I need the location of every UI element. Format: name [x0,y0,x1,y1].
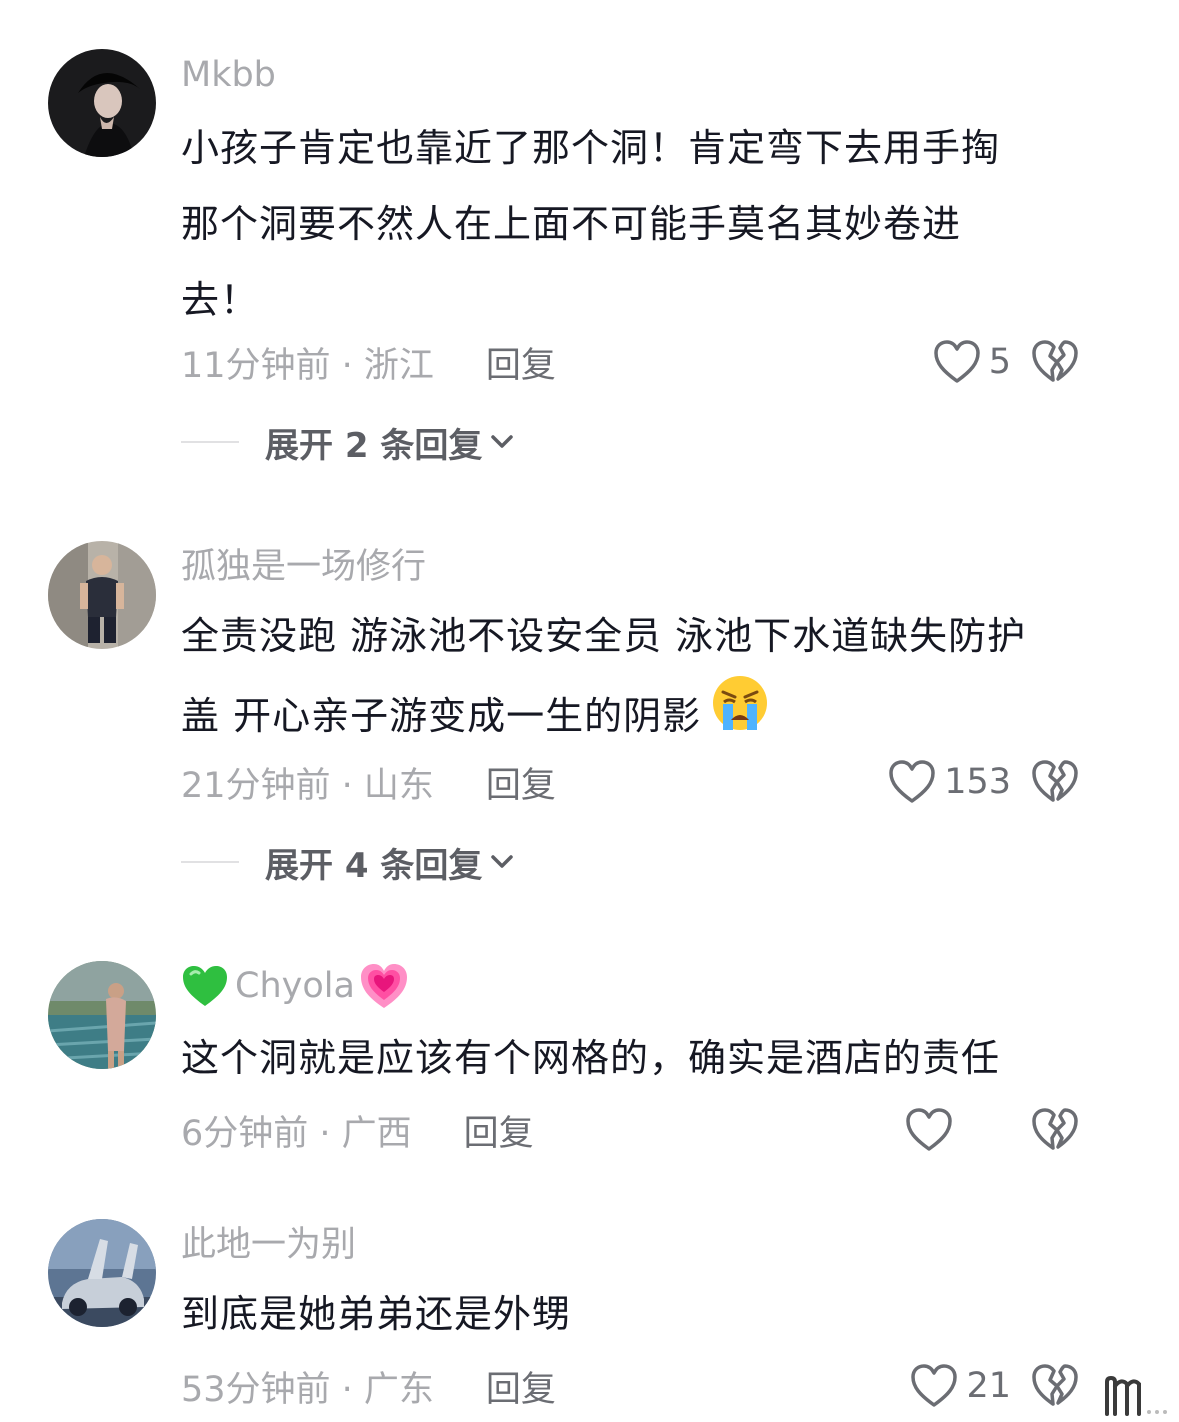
expand-label: 展开 4 条回复 [265,845,483,886]
username-text: Chyola [235,966,355,1006]
heart-outline-icon [910,1363,958,1409]
time-location: 53分钟前 · 广东 [181,1369,434,1410]
heart-outline-icon [905,1107,953,1153]
username[interactable]: 孤独是一场修行 [181,542,426,592]
expand-label: 展开 2 条回复 [265,425,483,466]
avatar[interactable] [48,1219,156,1327]
divider [181,861,239,863]
watermark-logo [1101,1374,1171,1418]
reply-button[interactable]: 回复 [486,337,556,388]
like-button[interactable]: 153 [888,759,1011,805]
reply-button[interactable]: 回复 [486,1361,556,1412]
comment-text: 全责没跑 游泳池不设安全员 泳池下水道缺失防护 盖 开心亲子游变成一生的阴影 [181,598,1141,757]
like-button[interactable]: 5 [933,339,1011,385]
avatar[interactable] [48,961,156,1069]
heart-outline-icon [888,759,936,805]
time-location: 21分钟前 · 山东 [181,765,434,806]
expand-replies-button[interactable]: 展开 2 条回复 [181,414,514,470]
like-button[interactable] [905,1107,961,1153]
growing-heart-emoji [359,962,409,1010]
broken-heart-icon[interactable] [1031,1107,1079,1153]
reply-button[interactable]: 回复 [464,1105,534,1156]
reply-button[interactable]: 回复 [486,757,556,808]
username[interactable]: Chyola [181,961,409,1011]
comment-meta: 53分钟前 · 广东 回复 21 [181,1358,1131,1414]
broken-heart-icon[interactable] [1031,339,1079,385]
comment-meta: 11分钟前 · 浙江 回复 5 [181,334,1131,390]
comment-text: 这个洞就是应该有个网格的，确实是酒店的责任 [181,1036,1001,1080]
heart-outline-icon [933,339,981,385]
chevron-down-icon [490,854,514,870]
username[interactable]: Mkbb [181,50,276,100]
like-count: 5 [988,342,1011,382]
crying-face-emoji [711,674,769,757]
avatar[interactable] [48,541,156,649]
expand-replies-button[interactable]: 展开 4 条回复 [181,834,514,890]
like-button[interactable]: 21 [910,1363,1011,1409]
like-count: 153 [944,762,1011,802]
divider [181,441,239,443]
chevron-down-icon [490,434,514,450]
time-location: 6分钟前 · 广西 [181,1113,412,1154]
broken-heart-icon[interactable] [1031,1363,1079,1409]
comment-text: 小孩子肯定也靠近了那个洞！肯定弯下去用手掏 那个洞要不然人在上面不可能手莫名其妙… [181,126,1001,322]
avatar[interactable] [48,49,156,157]
green-heart-emoji [181,964,229,1008]
like-count: 21 [966,1366,1011,1406]
comment-text: 到底是她弟弟还是外甥 [181,1292,572,1336]
comment-meta: 6分钟前 · 广西 回复 [181,1102,1131,1158]
broken-heart-icon[interactable] [1031,759,1079,805]
comment-meta: 21分钟前 · 山东 回复 153 [181,754,1131,810]
time-location: 11分钟前 · 浙江 [181,345,434,386]
username[interactable]: 此地一为别 [181,1220,356,1270]
